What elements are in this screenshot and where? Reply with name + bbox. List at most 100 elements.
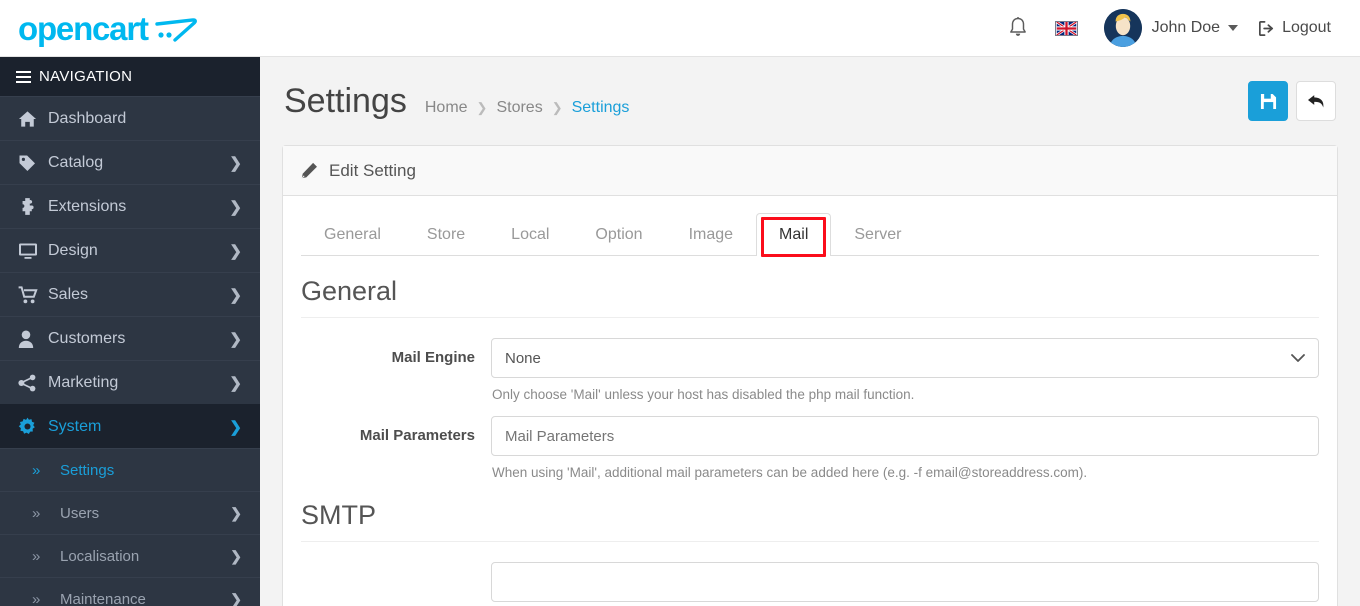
double-chevron-right-icon: » bbox=[32, 461, 41, 479]
sidebar-item-customers[interactable]: Customers ❯ bbox=[0, 316, 260, 360]
sign-out-icon bbox=[1259, 20, 1274, 36]
sidebar-navigation: NAVIGATION Dashboard Catalog ❯ Extension… bbox=[0, 57, 260, 606]
panel-title: Edit Setting bbox=[329, 160, 416, 180]
cart-icon bbox=[18, 285, 48, 304]
chevron-right-icon: ❯ bbox=[229, 242, 242, 260]
mail-engine-value: None bbox=[505, 349, 541, 367]
tab-general[interactable]: General bbox=[301, 213, 404, 255]
notification-bell-icon bbox=[1009, 17, 1026, 36]
chevron-right-icon: ❯ bbox=[229, 154, 242, 172]
edit-setting-panel: Edit Setting General Store Local Option … bbox=[282, 145, 1338, 606]
shopping-cart-swoosh-icon bbox=[155, 14, 197, 42]
mail-parameters-help: When using 'Mail', additional mail param… bbox=[492, 465, 1088, 480]
sidebar-sub-label: Maintenance bbox=[60, 590, 146, 606]
save-floppy-icon bbox=[1260, 93, 1276, 109]
sidebar-item-localisation[interactable]: » Localisation ❯ bbox=[0, 534, 260, 577]
sidebar-label: Design bbox=[48, 241, 98, 259]
smtp-hostname-label bbox=[301, 562, 491, 573]
notifications-button[interactable] bbox=[994, 0, 1042, 57]
double-chevron-right-icon: » bbox=[32, 504, 41, 522]
gear-icon bbox=[18, 417, 48, 436]
sidebar-label: Catalog bbox=[48, 153, 104, 171]
sidebar-sub-label: Users bbox=[60, 504, 100, 522]
mail-parameters-input[interactable] bbox=[491, 416, 1319, 456]
user-name-label: John Doe bbox=[1151, 19, 1221, 36]
save-button[interactable] bbox=[1248, 81, 1288, 121]
chevron-down-icon bbox=[1291, 350, 1305, 367]
brand-logo[interactable]: opencart bbox=[0, 0, 260, 57]
sidebar-item-users[interactable]: » Users ❯ bbox=[0, 491, 260, 534]
language-selector[interactable] bbox=[1042, 0, 1091, 57]
hamburger-menu-icon bbox=[16, 68, 31, 86]
sidebar-item-extensions[interactable]: Extensions ❯ bbox=[0, 184, 260, 228]
page-title: Settings bbox=[284, 81, 407, 120]
form-row-mail-engine: Mail Engine None Only choose 'Mail' unle… bbox=[301, 324, 1319, 402]
chevron-down-icon bbox=[1228, 25, 1239, 31]
share-icon bbox=[18, 374, 48, 392]
header-actions: John Doe Logout bbox=[994, 0, 1360, 57]
sidebar-label: Customers bbox=[48, 329, 126, 347]
settings-tabs: General Store Local Option Image Mail Se… bbox=[301, 212, 1319, 257]
mail-parameters-label: Mail Parameters bbox=[359, 427, 475, 444]
tab-local[interactable]: Local bbox=[488, 213, 572, 255]
avatar bbox=[1103, 9, 1142, 47]
chevron-right-icon: ❯ bbox=[229, 330, 242, 348]
user-menu-button[interactable]: John Doe bbox=[1091, 0, 1245, 57]
page-actions bbox=[1248, 81, 1336, 121]
main-content: Settings Home ❯ Stores ❯ Settings Edit S… bbox=[260, 57, 1360, 606]
pencil-icon bbox=[301, 162, 318, 179]
section-title-general: General bbox=[301, 256, 1319, 318]
panel-header: Edit Setting bbox=[283, 146, 1337, 196]
form-row-mail-parameters: Mail Parameters When using 'Mail', addit… bbox=[301, 402, 1319, 480]
sidebar-label: Dashboard bbox=[48, 109, 127, 127]
sidebar-item-catalog[interactable]: Catalog ❯ bbox=[0, 140, 260, 184]
tag-icon bbox=[18, 154, 48, 172]
chevron-down-icon: ❯ bbox=[229, 418, 242, 436]
back-arrow-icon bbox=[1307, 94, 1323, 108]
sidebar-item-design[interactable]: Design ❯ bbox=[0, 228, 260, 272]
section-title-smtp: SMTP bbox=[301, 480, 1319, 542]
sidebar-header-label: NAVIGATION bbox=[39, 68, 133, 85]
mail-engine-help: Only choose 'Mail' unless your host has … bbox=[492, 387, 915, 402]
breadcrumb: Home ❯ Stores ❯ Settings bbox=[425, 99, 630, 117]
breadcrumb-separator-icon: ❯ bbox=[476, 99, 488, 115]
logo-text: opencart bbox=[18, 9, 149, 47]
breadcrumb-item-home[interactable]: Home bbox=[425, 99, 468, 117]
chevron-right-icon: ❯ bbox=[229, 286, 242, 304]
sidebar-header[interactable]: NAVIGATION bbox=[0, 57, 260, 96]
user-icon bbox=[18, 330, 48, 348]
sidebar-label: Extensions bbox=[48, 197, 127, 215]
breadcrumb-item-settings[interactable]: Settings bbox=[572, 99, 630, 117]
sidebar-item-maintenance[interactable]: » Maintenance ❯ bbox=[0, 577, 260, 606]
home-icon bbox=[18, 110, 48, 128]
tab-store[interactable]: Store bbox=[404, 213, 488, 255]
back-button[interactable] bbox=[1296, 81, 1336, 121]
sidebar-item-sales[interactable]: Sales ❯ bbox=[0, 272, 260, 316]
sidebar-item-dashboard[interactable]: Dashboard bbox=[0, 96, 260, 140]
sidebar-item-system[interactable]: System ❯ bbox=[0, 404, 260, 448]
tab-image[interactable]: Image bbox=[666, 213, 756, 255]
chevron-right-icon: ❯ bbox=[230, 504, 242, 521]
tab-server[interactable]: Server bbox=[831, 213, 924, 255]
page-header: Settings Home ❯ Stores ❯ Settings bbox=[260, 57, 1360, 145]
chevron-right-icon: ❯ bbox=[230, 547, 242, 564]
chevron-right-icon: ❯ bbox=[229, 198, 242, 216]
sidebar-item-settings[interactable]: » Settings bbox=[0, 448, 260, 491]
breadcrumb-item-stores[interactable]: Stores bbox=[496, 99, 542, 117]
tab-option[interactable]: Option bbox=[572, 213, 665, 255]
double-chevron-right-icon: » bbox=[32, 590, 41, 606]
tab-mail[interactable]: Mail bbox=[756, 213, 832, 257]
puzzle-icon bbox=[18, 197, 48, 216]
form-row-smtp-hostname bbox=[301, 548, 1319, 602]
logout-label: Logout bbox=[1282, 19, 1331, 36]
sidebar-sub-label: Settings bbox=[60, 461, 115, 479]
chevron-right-icon: ❯ bbox=[229, 374, 242, 392]
logout-button[interactable]: Logout bbox=[1244, 0, 1344, 57]
panel-body: General Store Local Option Image Mail Se… bbox=[283, 196, 1337, 602]
mail-engine-select[interactable]: None bbox=[491, 338, 1319, 378]
sidebar-item-marketing[interactable]: Marketing ❯ bbox=[0, 360, 260, 404]
smtp-hostname-input[interactable] bbox=[491, 562, 1319, 602]
sidebar-label: Sales bbox=[48, 285, 89, 303]
top-header-bar: opencart John Doe Logout bbox=[0, 0, 1360, 57]
title-and-breadcrumb: Settings Home ❯ Stores ❯ Settings bbox=[284, 82, 629, 121]
